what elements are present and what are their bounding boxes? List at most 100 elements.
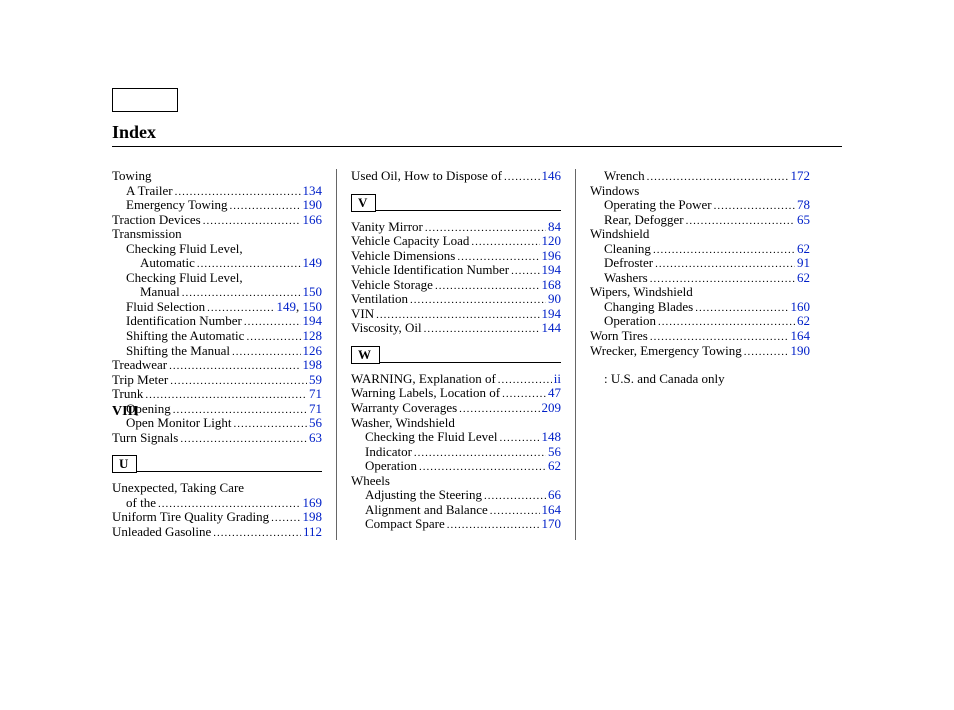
page-link[interactable]: 150 xyxy=(303,285,323,299)
page-link[interactable]: 194 xyxy=(542,263,562,277)
index-entry-page[interactable]: 62 xyxy=(797,271,810,286)
page-link[interactable]: 209 xyxy=(542,401,562,415)
index-entry-page[interactable]: 172 xyxy=(791,169,811,184)
index-entry-page[interactable]: 120 xyxy=(542,234,562,249)
page-link[interactable]: 120 xyxy=(542,234,562,248)
index-entry-page[interactable]: 166 xyxy=(303,213,323,228)
leader-dots xyxy=(447,519,540,531)
index-entry: Used Oil, How to Dispose of146 xyxy=(351,169,561,184)
index-entry-page[interactable]: 170 xyxy=(542,517,562,532)
page-link[interactable]: 166 xyxy=(303,213,323,227)
index-entry-page[interactable]: 56 xyxy=(548,445,561,460)
section-rule xyxy=(379,362,561,363)
page-link[interactable]: 71 xyxy=(309,387,322,401)
page-link[interactable]: 146 xyxy=(542,169,562,183)
page-link[interactable]: 168 xyxy=(542,278,562,292)
index-entry-page[interactable]: 198 xyxy=(303,358,323,373)
page-link[interactable]: 128 xyxy=(303,329,323,343)
page-link[interactable]: 149 xyxy=(277,300,297,314)
page-link[interactable]: 62 xyxy=(548,459,561,473)
index-entry-page[interactable]: 59 xyxy=(309,373,322,388)
index-entry-page[interactable]: 164 xyxy=(542,503,562,518)
page-link[interactable]: 194 xyxy=(303,314,323,328)
index-entry-page[interactable]: 62 xyxy=(797,314,810,329)
page-link[interactable]: 134 xyxy=(303,184,323,198)
page-link[interactable]: 194 xyxy=(542,307,562,321)
index-entry-page[interactable]: 90 xyxy=(548,292,561,307)
page-link[interactable]: 196 xyxy=(542,249,562,263)
index-entry-page[interactable]: 146 xyxy=(542,169,562,184)
page-link[interactable]: 164 xyxy=(791,329,811,343)
page-link[interactable]: 78 xyxy=(797,198,810,212)
section-rule xyxy=(136,471,322,472)
index-entry-page[interactable]: 194 xyxy=(303,314,323,329)
index-entry-page[interactable]: 78 xyxy=(797,198,810,213)
page-link[interactable]: 148 xyxy=(542,430,562,444)
page-link[interactable]: ii xyxy=(554,372,561,386)
page-link[interactable]: 62 xyxy=(797,271,810,285)
index-entry-page[interactable]: 196 xyxy=(542,249,562,264)
page-link[interactable]: 66 xyxy=(548,488,561,502)
page-link[interactable]: 112 xyxy=(303,525,322,539)
index-entry-page[interactable]: 65 xyxy=(797,213,810,228)
page-link[interactable]: 59 xyxy=(309,373,322,387)
index-entry-page[interactable]: 194 xyxy=(542,307,562,322)
page-link[interactable]: 169 xyxy=(303,496,323,510)
index-entry-page[interactable]: 91 xyxy=(797,256,810,271)
index-entry-page[interactable]: 71 xyxy=(309,402,322,417)
page-link[interactable]: 62 xyxy=(797,242,810,256)
page-link[interactable]: 198 xyxy=(303,358,323,372)
index-entry-page[interactable]: 144 xyxy=(542,321,562,336)
index-entry-page[interactable]: 168 xyxy=(542,278,562,293)
index-entry-page[interactable]: 126 xyxy=(303,344,323,359)
index-entry-page[interactable]: 164 xyxy=(791,329,811,344)
page-link[interactable]: 170 xyxy=(542,517,562,531)
index-entry-page[interactable]: 190 xyxy=(791,344,811,359)
index-entry-page[interactable]: 150 xyxy=(303,285,323,300)
page-link[interactable]: 149 xyxy=(303,256,323,270)
index-entry-page[interactable]: 84 xyxy=(548,220,561,235)
page-link[interactable]: 90 xyxy=(548,292,561,306)
page-link[interactable]: 198 xyxy=(303,510,323,524)
page-link[interactable]: 190 xyxy=(791,344,811,358)
index-entry-page[interactable]: 47 xyxy=(548,386,561,401)
leader-dots xyxy=(180,433,307,445)
index-entry-page[interactable]: 149, 150 xyxy=(277,300,323,315)
index-entry-page[interactable]: 62 xyxy=(797,242,810,257)
page-link[interactable]: 47 xyxy=(548,386,561,400)
index-entry-page[interactable]: 149 xyxy=(303,256,323,271)
index-entry-page[interactable]: 160 xyxy=(791,300,811,315)
page-link[interactable]: 150 xyxy=(303,300,323,314)
index-entry-page[interactable]: ii xyxy=(554,372,561,387)
page-link[interactable]: 164 xyxy=(542,503,562,517)
page-link[interactable]: 144 xyxy=(542,321,562,335)
page-link[interactable]: 160 xyxy=(791,300,811,314)
page-link[interactable]: 172 xyxy=(791,169,811,183)
index-entry-page[interactable]: 66 xyxy=(548,488,561,503)
index-entry-page[interactable]: 209 xyxy=(542,401,562,416)
index-entry-page[interactable]: 198 xyxy=(303,510,323,525)
page-link[interactable]: 63 xyxy=(309,431,322,445)
page-link[interactable]: 62 xyxy=(797,314,810,328)
index-entry-page[interactable]: 148 xyxy=(542,430,562,445)
index-entry-page[interactable]: 190 xyxy=(303,198,323,213)
index-entry-page[interactable]: 112 xyxy=(303,525,322,540)
index-entry-page[interactable]: 63 xyxy=(309,431,322,446)
leader-dots xyxy=(173,404,307,416)
page-link[interactable]: 71 xyxy=(309,402,322,416)
index-entry-page[interactable]: 134 xyxy=(303,184,323,199)
index-entry-page[interactable]: 194 xyxy=(542,263,562,278)
page-link[interactable]: 56 xyxy=(548,445,561,459)
index-entry-page[interactable]: 128 xyxy=(303,329,323,344)
index-entry-page[interactable]: 169 xyxy=(303,496,323,511)
index-entry-page[interactable]: 62 xyxy=(548,459,561,474)
index-entry-page[interactable]: 71 xyxy=(309,387,322,402)
page-link[interactable]: 56 xyxy=(309,416,322,430)
page-link[interactable]: 126 xyxy=(303,344,323,358)
page-link[interactable]: 84 xyxy=(548,220,561,234)
page-link[interactable]: 65 xyxy=(797,213,810,227)
page-link[interactable]: 91 xyxy=(797,256,810,270)
page-link[interactable]: 190 xyxy=(303,198,323,212)
index-entry-label: Worn Tires xyxy=(590,329,648,344)
index-entry-page[interactable]: 56 xyxy=(309,416,322,431)
